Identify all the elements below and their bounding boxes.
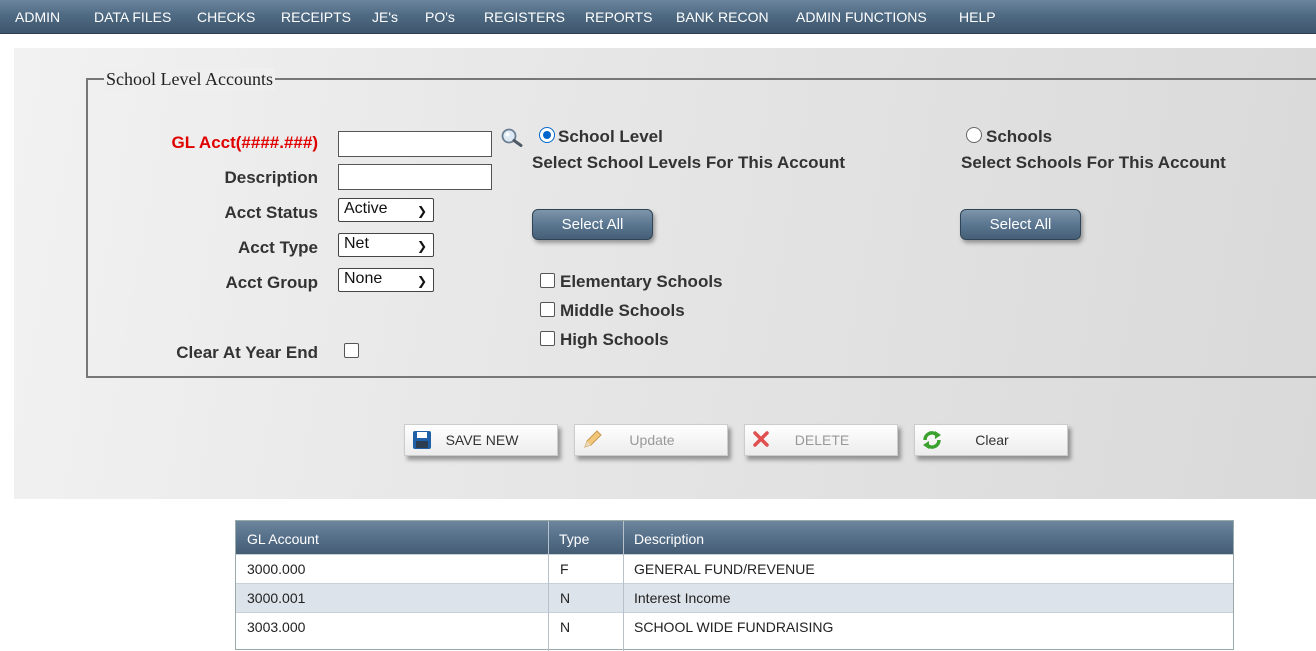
acct-status-value: Active [344,200,388,217]
acct-group-value: None [344,270,383,287]
cell-description: GENERAL FUND/REVENUE [634,561,815,577]
nav-item-data-files[interactable]: DATA FILES [94,0,171,34]
nav-item-jes[interactable]: JE's [372,0,398,34]
school-level-instructions: Select School Levels For This Account [532,153,845,172]
school-level-radio[interactable] [539,127,555,143]
column-divider [548,521,549,651]
elementary-label: Elementary Schools [560,272,723,291]
acct-group-select[interactable]: None ❯ [338,268,434,292]
cell-type: N [560,590,571,606]
description-label: Description [224,168,318,187]
delete-button[interactable]: DELETE [744,424,898,456]
header-type[interactable]: Type [559,521,589,554]
delete-label: DELETE [794,432,850,448]
save-new-button[interactable]: SAVE NEW [404,424,558,456]
acct-status-label: Acct Status [224,203,318,222]
school-level-radio-label: School Level [558,127,663,146]
clear-button[interactable]: Clear [914,424,1068,456]
middle-label: Middle Schools [560,301,685,320]
high-label: High Schools [560,330,669,349]
high-checkbox[interactable] [540,331,555,346]
clear-year-end-label: Clear At Year End [176,343,318,362]
acct-group-label: Acct Group [225,273,318,292]
nav-item-bank-recon[interactable]: BANK RECON [676,0,769,34]
cell-type: N [560,619,571,635]
cell-gl-account: 3003.000 [247,619,306,635]
cell-type: F [560,561,569,577]
cell-description: SCHOOL WIDE FUNDRAISING [634,619,834,635]
gl-acct-label: GL Acct(####.###) [171,133,318,152]
table-row[interactable]: 3003.000 N SCHOOL WIDE FUNDRAISING [236,612,1233,641]
cell-gl-account: 3000.001 [247,590,306,606]
search-icon[interactable] [500,128,524,148]
nav-item-pos[interactable]: PO's [425,0,455,34]
schools-radio[interactable] [966,127,982,143]
top-nav-bar: ADMIN DATA FILES CHECKS RECEIPTS JE's PO… [0,0,1316,34]
nav-item-help[interactable]: HELP [959,0,996,34]
chevron-down-icon: ❯ [416,204,427,218]
accounts-grid: GL Account Type Description 3000.000 F G… [235,520,1234,651]
acct-type-select[interactable]: Net ❯ [338,233,434,257]
update-label: Update [629,432,675,448]
update-button[interactable]: Update [574,424,728,456]
cell-description: Interest Income [634,590,731,606]
nav-item-receipts[interactable]: RECEIPTS [281,0,351,34]
acct-type-label: Acct Type [238,238,318,257]
nav-item-checks[interactable]: CHECKS [197,0,255,34]
schools-instructions: Select Schools For This Account [961,153,1226,172]
fieldset-legend: School Level Accounts [104,68,275,90]
select-all-levels-button[interactable]: Select All [532,209,653,240]
nav-item-reports[interactable]: REPORTS [585,0,652,34]
table-row[interactable]: 3000.001 N Interest Income [236,583,1233,612]
nav-item-admin[interactable]: ADMIN [15,0,60,34]
header-gl-account[interactable]: GL Account [247,521,319,554]
save-new-label: SAVE NEW [445,432,519,448]
gl-acct-input[interactable] [338,131,492,157]
description-input[interactable] [338,164,492,190]
table-row[interactable]: 3000.000 F GENERAL FUND/REVENUE [236,554,1233,583]
chevron-down-icon: ❯ [416,274,427,288]
clear-year-end-checkbox[interactable] [344,343,359,358]
chevron-down-icon: ❯ [416,239,427,253]
acct-type-value: Net [344,235,369,252]
elementary-checkbox[interactable] [540,273,555,288]
select-all-schools-button[interactable]: Select All [960,209,1081,240]
nav-item-registers[interactable]: REGISTERS [484,0,565,34]
school-level-accounts-fieldset [86,78,1316,378]
grid-header: GL Account Type Description [236,521,1233,554]
nav-item-admin-functions[interactable]: ADMIN FUNCTIONS [796,0,927,34]
clear-label: Clear [975,432,1009,448]
column-divider [623,521,624,651]
acct-status-select[interactable]: Active ❯ [338,198,434,222]
cell-gl-account: 3000.000 [247,561,306,577]
middle-checkbox[interactable] [540,302,555,317]
header-description[interactable]: Description [634,521,704,554]
schools-radio-label: Schools [986,127,1053,146]
